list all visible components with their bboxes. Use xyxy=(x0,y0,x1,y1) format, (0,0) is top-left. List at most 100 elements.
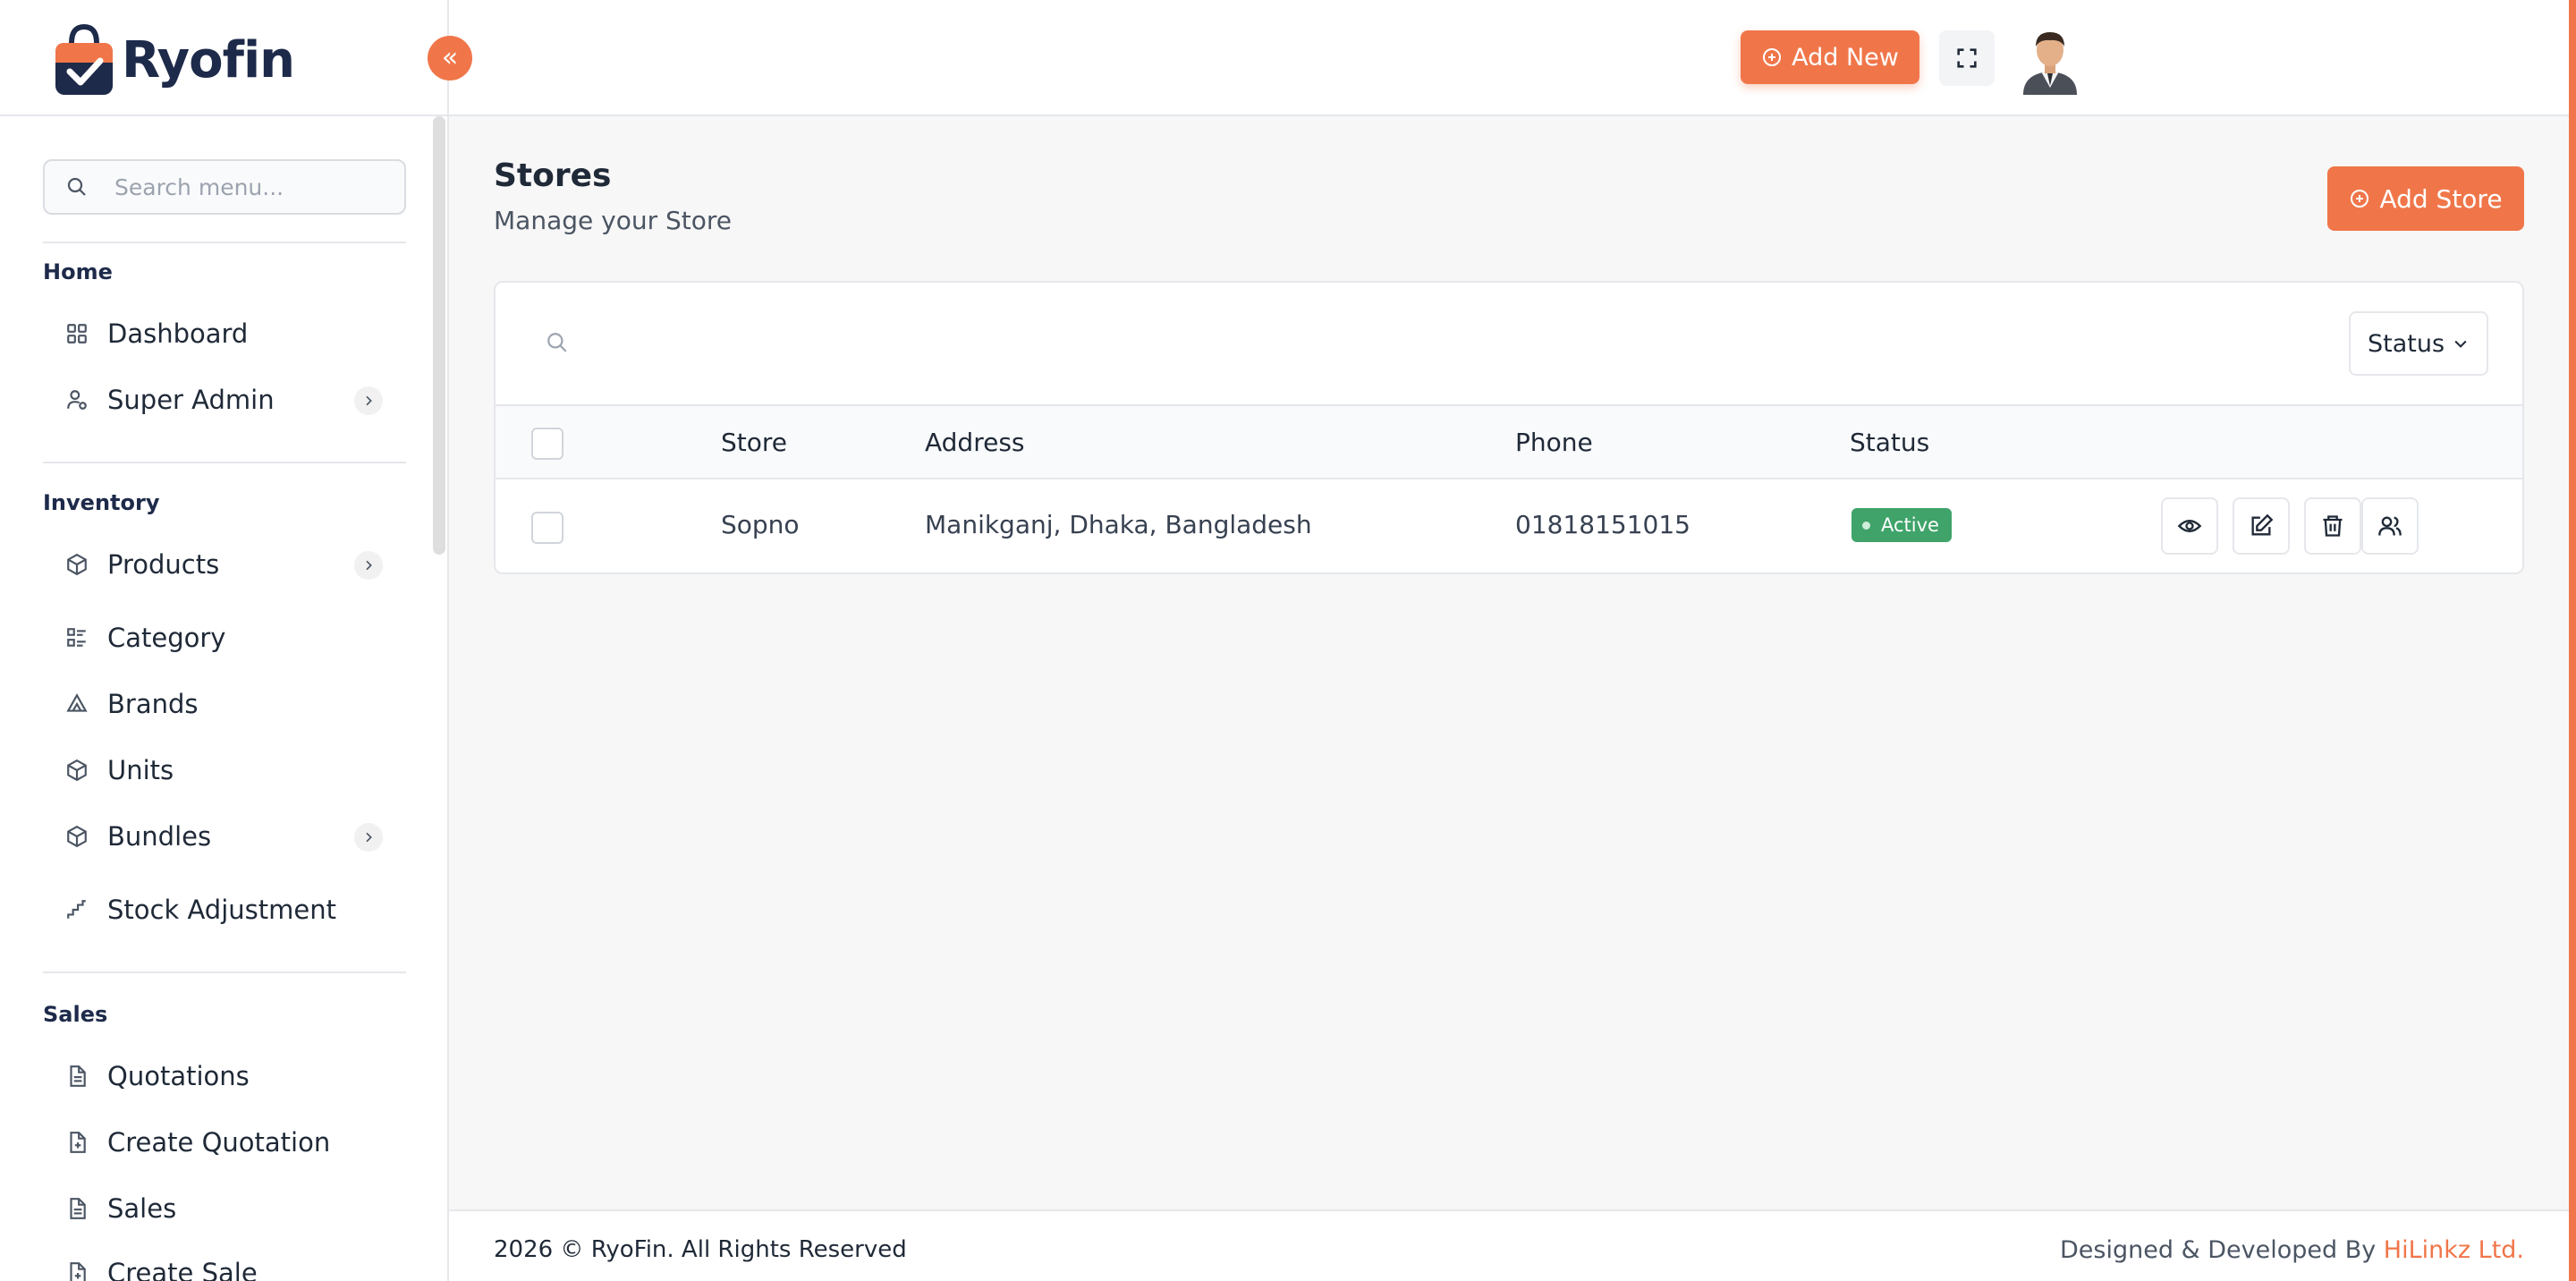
edit-button[interactable] xyxy=(2233,497,2290,555)
plus-circle-icon xyxy=(1761,47,1783,68)
sidebar-item-label: Products xyxy=(107,549,220,580)
file-plus-icon xyxy=(64,1260,89,1281)
file-plus-icon xyxy=(64,1130,89,1155)
sidebar-item-products[interactable]: Products xyxy=(43,542,392,587)
brand-icon xyxy=(64,691,89,717)
fullscreen-button[interactable] xyxy=(1939,30,1995,86)
sidebar-item-label: Category xyxy=(107,623,226,653)
sidebar-item-label: Stock Adjustment xyxy=(107,895,336,925)
sidebar-item-label: Brands xyxy=(107,689,199,719)
fullscreen-icon xyxy=(1954,46,1979,71)
edit-icon xyxy=(2249,513,2274,539)
column-header-status[interactable]: Status xyxy=(1850,428,1929,457)
menu-search[interactable] xyxy=(43,159,406,215)
add-store-label: Add Store xyxy=(2379,183,2503,214)
table-search-icon[interactable] xyxy=(546,331,569,354)
divider xyxy=(43,971,406,973)
chevrons-left-icon: « xyxy=(441,42,459,73)
chevron-down-icon xyxy=(2452,335,2470,352)
users-icon xyxy=(2377,513,2402,539)
cell-phone: 01818151015 xyxy=(1515,510,1690,539)
section-label-home: Home xyxy=(43,259,113,284)
sidebar-item-label: Units xyxy=(107,755,174,785)
file-icon xyxy=(64,1196,89,1221)
select-all-checkbox[interactable] xyxy=(531,428,564,460)
box-icon xyxy=(64,552,89,577)
sidebar: Ryofin Home Dashboard Super Admin Invent… xyxy=(0,0,449,1281)
user-gear-icon xyxy=(64,387,89,412)
sidebar-item-dashboard[interactable]: Dashboard xyxy=(43,311,392,356)
sidebar-scrollbar[interactable] xyxy=(433,116,445,555)
status-dot xyxy=(1862,521,1870,530)
sidebar-item-super-admin[interactable]: Super Admin xyxy=(43,378,392,422)
status-filter-label: Status xyxy=(2367,329,2445,358)
table-row: Sopno Manikganj, Dhaka, Bangladesh 01818… xyxy=(496,479,2522,573)
category-list-icon xyxy=(64,625,89,650)
sidebar-item-label: Dashboard xyxy=(107,318,249,349)
sidebar-item-label: Bundles xyxy=(107,821,212,852)
footer-credit-prefix: Designed & Developed By xyxy=(2060,1236,2377,1264)
sidebar-item-stock-adjustment[interactable]: Stock Adjustment xyxy=(43,887,392,932)
chevron-right-icon[interactable] xyxy=(354,823,383,852)
right-accent-bar xyxy=(2569,0,2576,1281)
section-label-sales: Sales xyxy=(43,1002,108,1027)
divider xyxy=(43,462,406,463)
add-new-button[interactable]: Add New xyxy=(1741,30,1919,84)
sidebar-item-create-sale[interactable]: Create Sale xyxy=(43,1251,392,1281)
sidebar-item-label: Quotations xyxy=(107,1061,250,1091)
cell-address: Manikganj, Dhaka, Bangladesh xyxy=(925,510,1312,539)
footer-credit: Designed & Developed By HiLinkz Ltd. xyxy=(2060,1236,2524,1264)
column-header-phone[interactable]: Phone xyxy=(1515,428,1593,457)
assign-users-button[interactable] xyxy=(2361,497,2419,555)
sidebar-item-sales[interactable]: Sales xyxy=(43,1186,392,1231)
section-label-inventory: Inventory xyxy=(43,490,160,515)
sidebar-item-brands[interactable]: Brands xyxy=(43,682,392,726)
view-button[interactable] xyxy=(2161,497,2218,555)
sidebar-item-label: Create Sale xyxy=(107,1258,258,1281)
sidebar-item-units[interactable]: Units xyxy=(43,748,392,793)
page-subtitle: Manage your Store xyxy=(494,206,732,235)
sidebar-item-category[interactable]: Category xyxy=(43,615,392,660)
file-icon xyxy=(64,1064,89,1089)
add-new-label: Add New xyxy=(1792,43,1899,72)
table-header: Store Address Phone Status xyxy=(496,404,2522,479)
sidebar-item-label: Create Quotation xyxy=(107,1127,331,1158)
brand-logo[interactable]: Ryofin xyxy=(52,23,295,97)
delete-button[interactable] xyxy=(2304,497,2361,555)
shopping-bag-logo-icon xyxy=(55,23,113,95)
chevron-right-icon[interactable] xyxy=(354,386,383,415)
search-icon xyxy=(66,176,88,198)
sidebar-item-create-quotation[interactable]: Create Quotation xyxy=(43,1120,392,1165)
stores-table-card: Status Store Address Phone Status Sopno … xyxy=(494,281,2524,574)
stairs-icon xyxy=(64,897,89,922)
box-icon xyxy=(64,824,89,849)
logo-area: Ryofin xyxy=(0,0,447,116)
footer-credit-link[interactable]: HiLinkz Ltd. xyxy=(2384,1236,2524,1264)
plus-circle-icon xyxy=(2349,188,2370,209)
status-badge-label: Active xyxy=(1881,514,1939,536)
row-checkbox[interactable] xyxy=(531,512,564,544)
add-store-button[interactable]: Add Store xyxy=(2327,166,2524,231)
menu-search-input[interactable] xyxy=(114,174,383,200)
chevron-right-icon[interactable] xyxy=(354,551,383,580)
grid-icon xyxy=(64,321,89,346)
sidebar-item-label: Super Admin xyxy=(107,385,275,415)
footer: 2026 © RyoFin. All Rights Reserved Desig… xyxy=(449,1209,2569,1281)
sidebar-collapse-button[interactable]: « xyxy=(428,36,472,81)
column-header-address[interactable]: Address xyxy=(925,428,1025,457)
box-icon xyxy=(64,758,89,783)
column-header-store[interactable]: Store xyxy=(721,428,787,457)
status-filter-dropdown[interactable]: Status xyxy=(2349,311,2488,376)
page-title: Stores xyxy=(494,157,612,194)
sidebar-item-bundles[interactable]: Bundles xyxy=(43,814,392,859)
sidebar-item-quotations[interactable]: Quotations xyxy=(43,1054,392,1099)
user-avatar[interactable] xyxy=(2014,23,2086,95)
top-header xyxy=(449,0,2569,116)
status-badge: Active xyxy=(1852,508,1952,542)
cell-store: Sopno xyxy=(721,510,800,539)
footer-copyright: 2026 © RyoFin. All Rights Reserved xyxy=(494,1236,907,1263)
divider xyxy=(43,242,406,243)
trash-icon xyxy=(2320,513,2345,539)
sidebar-item-label: Sales xyxy=(107,1193,177,1224)
brand-name: Ryofin xyxy=(122,30,295,89)
